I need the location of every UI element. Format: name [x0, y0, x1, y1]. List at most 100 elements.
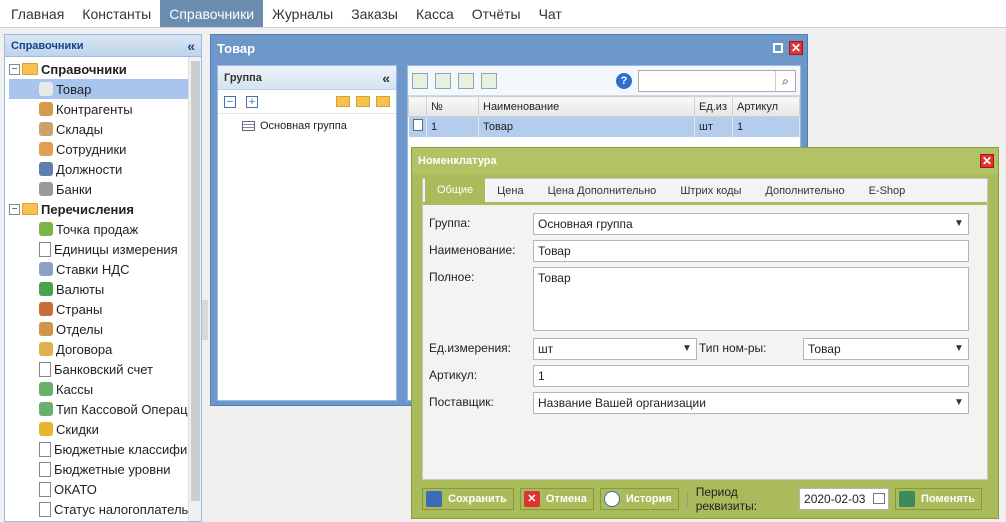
tab[interactable]: Цена	[485, 180, 535, 202]
item-icon	[39, 302, 53, 316]
group-select[interactable]: Основная группа ▼	[533, 213, 969, 235]
scrollbar-thumb[interactable]	[191, 61, 200, 501]
edit-item-icon[interactable]	[435, 72, 451, 89]
close-icon[interactable]: ✕	[980, 154, 994, 168]
menu-item[interactable]: Заказы	[342, 0, 407, 27]
change-button[interactable]: Поменять	[895, 488, 982, 510]
table-header[interactable]: Артикул	[732, 96, 800, 117]
group-row[interactable]: Основная группа	[218, 114, 396, 132]
tab[interactable]: Дополнительно	[753, 180, 856, 202]
add-folder-icon[interactable]	[336, 96, 350, 107]
menu-item[interactable]: Касса	[407, 0, 463, 27]
tree-group[interactable]: − Перечисления	[9, 199, 201, 219]
menu-item[interactable]: Константы	[73, 0, 160, 27]
table-header[interactable]: Наименование	[478, 96, 695, 117]
collapse-all-icon[interactable]: −	[224, 95, 236, 108]
item-icon	[39, 481, 51, 497]
supplier-select[interactable]: Название Вашей организации ▼	[533, 392, 969, 414]
table-row[interactable]: 1 Товар шт 1	[408, 116, 800, 137]
sidebar-item[interactable]: Единицы измерения	[9, 239, 201, 259]
copy-item-icon[interactable]	[458, 72, 474, 89]
collapse-toggle-icon[interactable]: −	[9, 63, 20, 75]
sidebar-item[interactable]: Статус налогоплатель	[9, 499, 201, 519]
collapse-icon[interactable]: «	[382, 70, 390, 86]
sidebar-item-label: Контрагенты	[56, 101, 133, 117]
sidebar-item[interactable]: Банковский счет	[9, 359, 201, 379]
sidebar-item[interactable]: Сотрудники	[9, 139, 201, 159]
item-icon	[39, 102, 53, 116]
collapse-toggle-icon[interactable]: −	[9, 203, 20, 215]
type-select[interactable]: Товар ▼	[803, 338, 969, 360]
sidebar-item[interactable]: Валюты	[9, 279, 201, 299]
tab[interactable]: E-Shop	[857, 180, 918, 202]
table-header[interactable]: Ед.из	[694, 96, 733, 117]
item-icon	[39, 441, 51, 457]
table-header[interactable]: №	[426, 96, 479, 117]
sidebar-item[interactable]: Банки	[9, 179, 201, 199]
sidebar-item[interactable]: Товар	[9, 79, 201, 99]
sidebar-item-label: Ставки НДС	[56, 261, 130, 277]
search-input[interactable]: ⌕	[638, 69, 796, 92]
tab[interactable]: Общие	[425, 178, 486, 202]
menu-item[interactable]: Отчёты	[463, 0, 530, 27]
sidebar-item[interactable]: Склады	[9, 119, 201, 139]
items-table: № Наименование Ед.из Артикул 1 Товар шт …	[408, 96, 800, 137]
menu-item[interactable]: Журналы	[263, 0, 342, 27]
tovar-window-title: Товар	[217, 40, 256, 56]
calendar-icon[interactable]	[873, 493, 886, 504]
expand-all-icon[interactable]: +	[246, 95, 258, 108]
collapse-icon[interactable]: «	[187, 38, 195, 54]
sidebar-item[interactable]: Отделы	[9, 319, 201, 339]
sidebar-item[interactable]: Бюджетные уровни	[9, 459, 201, 479]
period-date-field[interactable]: 2020-02-03	[799, 488, 890, 510]
sidebar-item-label: Статус налогоплатель	[54, 501, 189, 517]
delete-item-icon[interactable]	[481, 72, 497, 89]
article-field[interactable]: 1	[533, 365, 969, 387]
sidebar-item[interactable]: Точка продаж	[9, 219, 201, 239]
tab[interactable]: Цена Дополнительно	[536, 180, 669, 202]
chevron-down-icon[interactable]: ▼	[950, 214, 968, 234]
close-icon[interactable]: ✕	[789, 41, 803, 55]
sidebar-item[interactable]: Контрагенты	[9, 99, 201, 119]
item-icon	[39, 222, 53, 236]
change-button-label: Поменять	[921, 493, 975, 505]
sidebar-item[interactable]: Должности	[9, 159, 201, 179]
name-field[interactable]: Товар	[533, 240, 969, 262]
chevron-down-icon[interactable]: ▼	[950, 393, 968, 413]
dialog-tabs: Общие Цена Цена Дополнительно Штрих коды Доп…	[423, 178, 987, 205]
sidebar-item[interactable]: Договора	[9, 339, 201, 359]
sidebar-item[interactable]: Бюджетные классифи	[9, 439, 201, 459]
search-icon[interactable]: ⌕	[775, 70, 795, 91]
unit-select[interactable]: шт ▼	[533, 338, 697, 360]
chevron-down-icon[interactable]: ▼	[950, 339, 968, 359]
menu-item[interactable]: Главная	[2, 0, 73, 27]
chevron-down-icon[interactable]: ▼	[678, 339, 696, 359]
panel-splitter[interactable]	[202, 300, 208, 340]
tree-group[interactable]: − Справочники	[9, 59, 201, 79]
supplier-label: Поставщик:	[429, 395, 494, 409]
sidebar-title: Справочники	[11, 39, 84, 52]
sidebar-item[interactable]: Страны	[9, 299, 201, 319]
delete-folder-icon[interactable]	[376, 96, 390, 107]
menu-item[interactable]: Чат	[530, 0, 571, 27]
sidebar: Справочники « − Справочники Товар Контраген…	[4, 34, 202, 522]
cancel-button[interactable]: ✕ Отмена	[519, 488, 594, 510]
tab[interactable]: Штрих коды	[668, 180, 753, 202]
sidebar-item[interactable]: ОКАТО	[9, 479, 201, 499]
top-menu: Главная Константы Справочники Журналы Заказы…	[0, 0, 1006, 28]
folder-icon	[22, 203, 38, 215]
sidebar-scrollbar[interactable]	[188, 57, 201, 521]
help-icon[interactable]: ?	[616, 72, 632, 89]
sidebar-item[interactable]: Кассы	[9, 379, 201, 399]
item-icon	[39, 402, 53, 416]
sidebar-item[interactable]: Ставки НДС	[9, 259, 201, 279]
menu-item[interactable]: Справочники	[160, 0, 264, 27]
sidebar-item[interactable]: Скидки	[9, 419, 201, 439]
save-button[interactable]: Сохранить	[422, 488, 514, 510]
full-name-field[interactable]: Товар	[533, 267, 969, 331]
maximize-icon[interactable]	[773, 43, 783, 53]
add-item-icon[interactable]	[412, 72, 428, 89]
sidebar-item[interactable]: Тип Кассовой Операц	[9, 399, 201, 419]
history-button[interactable]: История	[599, 488, 679, 510]
edit-folder-icon[interactable]	[356, 96, 370, 107]
